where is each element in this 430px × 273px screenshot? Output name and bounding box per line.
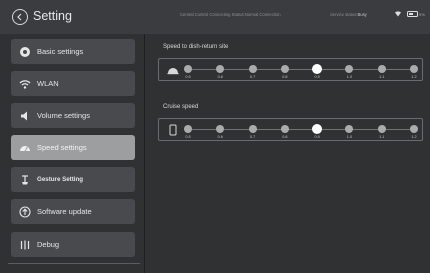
slider-thumb[interactable] (312, 124, 323, 134)
dish-return-speed-slider[interactable]: 0.5 0.6 0.7 0.8 0.9 1.0 1.1 1.2 (158, 58, 423, 81)
phone-icon (169, 124, 177, 136)
sidebar-item-volume-settings[interactable]: Volume settings (11, 103, 135, 128)
sidebar-item-label: Speed settings (37, 143, 87, 152)
slider-stop[interactable] (345, 125, 354, 133)
slider-stop[interactable] (345, 65, 354, 73)
slider-stop-label: 0.8 (282, 75, 288, 79)
sidebar-item-label: WLAN (37, 79, 59, 88)
slider-stop-label: 0.7 (249, 75, 256, 79)
debug-icon (19, 239, 31, 251)
arrow-left-icon (17, 13, 22, 21)
slider-stop-label: 0.9 (314, 135, 320, 139)
slider-stop[interactable] (377, 125, 386, 133)
service-status: Service status:Busy (330, 12, 367, 17)
service-status-value: Busy (357, 12, 367, 17)
slider-stop[interactable] (410, 65, 418, 73)
slider-stop[interactable] (248, 125, 257, 133)
cruise-speed-slider[interactable]: 0.5 0.6 0.7 0.8 0.9 1.0 1.1 1.2 (158, 118, 423, 141)
gesture-icon (19, 174, 31, 186)
slider-stop-label: 1.2 (411, 135, 417, 139)
slider-stop[interactable] (377, 65, 386, 73)
speedometer-icon (19, 142, 31, 154)
slider-stop[interactable] (216, 65, 225, 73)
slider-stop-label: 1.0 (346, 135, 353, 139)
slider-stop-label: 1.1 (379, 75, 385, 79)
slider-stop-label: 0.5 (185, 75, 191, 79)
sidebar-item-label: Debug (37, 240, 60, 249)
slider-stop[interactable] (248, 65, 257, 73)
slider-stop[interactable] (280, 125, 289, 133)
slider-stop[interactable] (410, 125, 418, 133)
slider-stop[interactable] (184, 125, 192, 133)
section-title-dish-return-speed: Speed to dish-return site (163, 44, 229, 50)
slider-stop-label: 0.5 (185, 135, 191, 139)
sidebar-item-software-update[interactable]: Software update (11, 199, 135, 224)
central-control-status: Central Control Connecting Status:Normal… (180, 12, 281, 17)
slider-stop-label: 1.2 (411, 75, 417, 79)
wifi-icon (19, 78, 31, 90)
sidebar-item-debug[interactable]: Debug (11, 232, 135, 257)
speaker-icon (19, 110, 31, 122)
slider-stop[interactable] (216, 125, 225, 133)
slider-stop-label: 0.6 (217, 75, 223, 79)
speed-settings-panel: Speed to dish-return site 0.5 0.6 0.7 0.8 0.… (146, 34, 430, 273)
top-bar: Setting Central Control Connecting Statu… (0, 0, 430, 34)
sidebar-item-label: Gesture Setting (37, 176, 84, 183)
slider-stop[interactable] (280, 65, 289, 73)
sidebar-item-speed-settings[interactable]: Speed settings (11, 135, 135, 160)
slider-stop-label: 1.1 (379, 135, 385, 139)
battery-percentage: 9% (419, 12, 425, 17)
sidebar-item-label: Basic settings (37, 47, 84, 56)
sidebar-item-gesture-setting[interactable]: Gesture Setting (11, 167, 135, 192)
slider-stop[interactable] (184, 65, 192, 73)
slider-stop-label: 0.8 (282, 135, 288, 139)
tray-icon (167, 68, 179, 75)
back-button[interactable] (12, 9, 28, 25)
divider (8, 263, 140, 264)
slider-thumb[interactable] (312, 64, 323, 74)
slider-stop-label: 0.7 (249, 135, 256, 139)
sidebar-item-label: Software update (37, 207, 92, 216)
page-title: Setting (33, 9, 72, 23)
upload-icon (19, 205, 31, 218)
service-status-label: Service status: (330, 12, 358, 17)
slider-stop-label: 1.0 (346, 75, 353, 79)
battery-icon (407, 11, 418, 17)
section-title-cruise-speed: Cruise speed (163, 104, 199, 110)
settings-icon (19, 46, 31, 58)
wifi-icon (395, 11, 401, 17)
sidebar-item-basic-settings[interactable]: Basic settings (11, 39, 135, 64)
sidebar-item-label: Volume settings (37, 111, 90, 120)
slider-stop-label: 0.9 (314, 75, 320, 79)
sidebar-item-wlan[interactable]: WLAN (11, 71, 135, 96)
sidebar: Basic settings WLAN Volume settings Spee… (0, 34, 145, 273)
slider-stop-label: 0.6 (217, 135, 223, 139)
settings-screen: Setting Central Control Connecting Statu… (0, 0, 430, 273)
